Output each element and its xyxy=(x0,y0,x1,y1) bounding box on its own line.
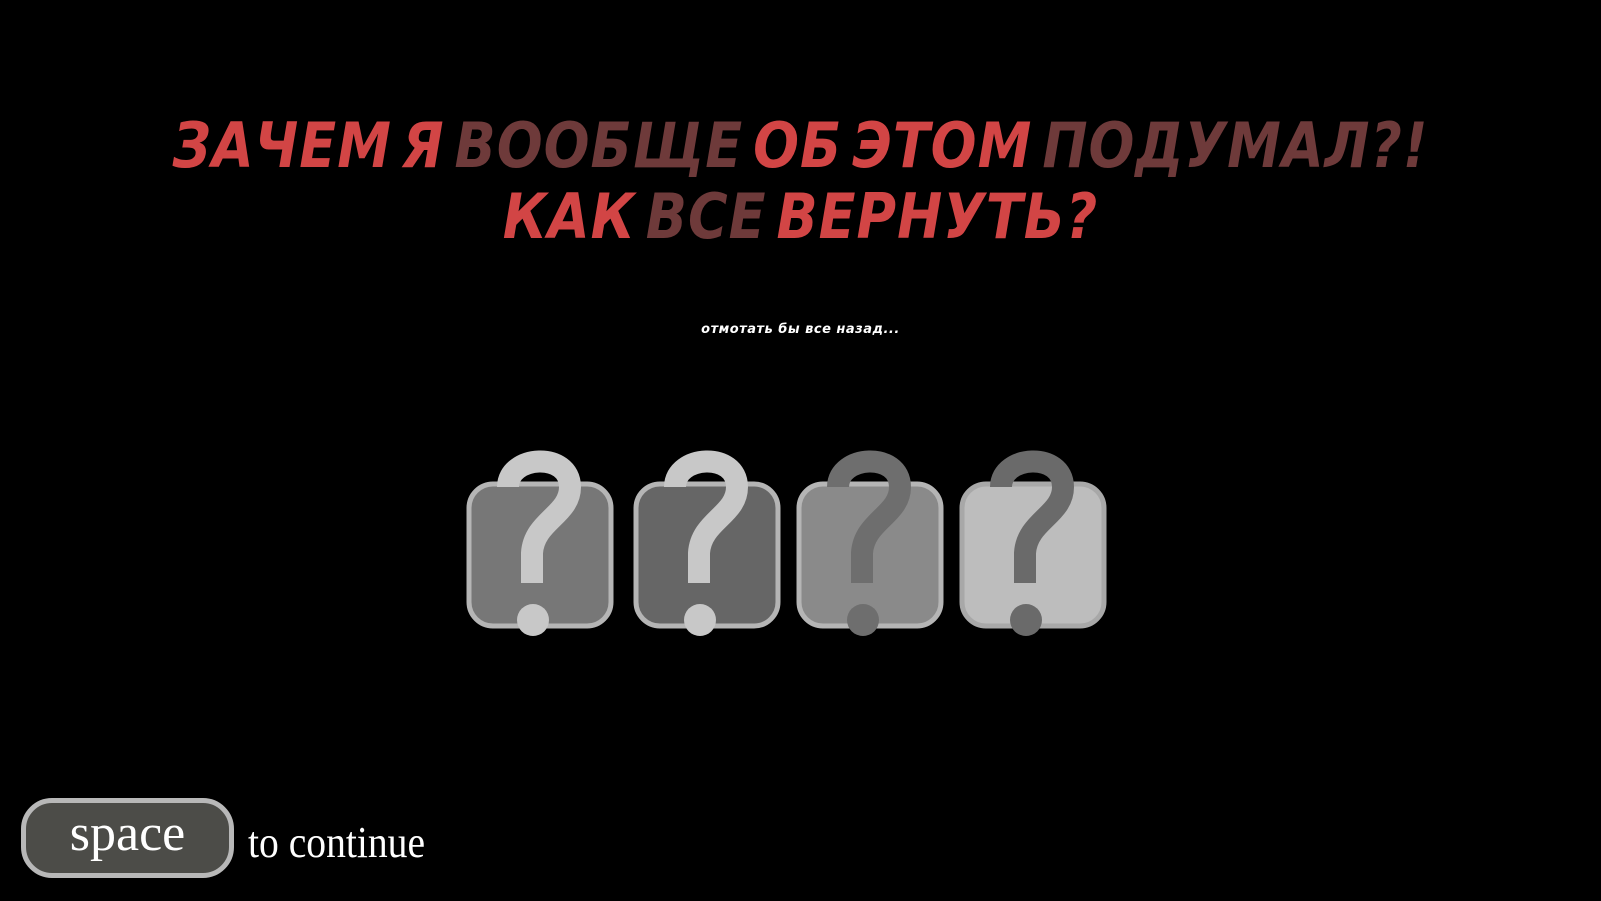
question-mark-dot xyxy=(684,604,716,636)
question-mark-icon xyxy=(466,450,614,636)
question-mark-icon xyxy=(633,450,781,636)
continue-label: to continue xyxy=(248,817,426,867)
question-mark-icon xyxy=(796,450,944,636)
mystery-slot xyxy=(466,445,620,645)
mystery-slot xyxy=(796,445,950,645)
mystery-slots xyxy=(0,0,1601,901)
mystery-slot xyxy=(959,445,1113,645)
question-mark-dot xyxy=(847,604,879,636)
question-mark-dot xyxy=(1010,604,1042,636)
game-screen: ЗАЧЕМ Я ВООБЩЕ ОБ ЭТОМ ПОДУМАЛ?! КАК ВСЕ ВЕРНУТ… xyxy=(0,0,1601,901)
question-mark-icon xyxy=(959,450,1107,636)
mystery-slot xyxy=(633,445,787,645)
space-key-button[interactable]: space xyxy=(21,798,234,878)
continue-prompt: space to continue xyxy=(21,798,445,878)
question-mark-dot xyxy=(517,604,549,636)
